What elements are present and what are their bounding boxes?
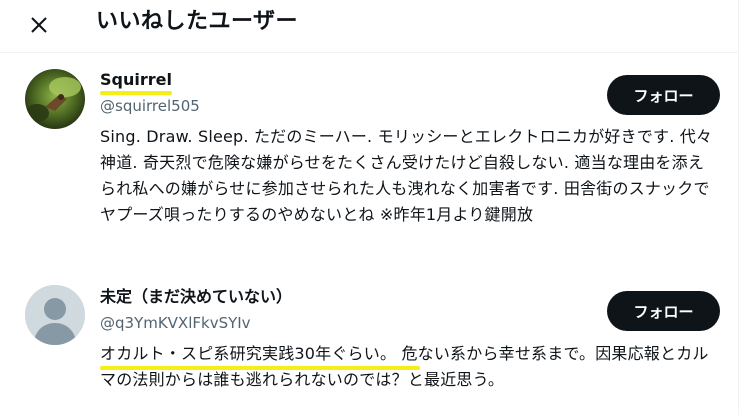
- user-cell[interactable]: Squirrel @squirrel505 フォロー Sing. Draw. S…: [0, 60, 738, 265]
- close-button[interactable]: [22, 8, 56, 42]
- user-handle[interactable]: @q3YmKVXlFkvSYIv: [100, 313, 251, 333]
- bio-highlight: [100, 366, 420, 370]
- name-highlight: [100, 91, 172, 95]
- liked-by-panel: いいねしたユーザー Squirrel @squirrel505 フォロー Sin…: [0, 0, 739, 415]
- page-title: いいねしたユーザー: [96, 9, 299, 34]
- user-bio: Sing. Draw. Sleep. ただのミーハー. モリッシーとエレクトロニ…: [100, 127, 713, 224]
- close-icon: [31, 17, 47, 33]
- user-cell[interactable]: 未定（まだ決めていない） @q3YmKVXlFkvSYIv フォロー オカルト・…: [0, 275, 738, 405]
- header: いいねしたユーザー: [0, 0, 738, 52]
- user-name[interactable]: Squirrel: [100, 69, 172, 91]
- avatar[interactable]: [25, 285, 85, 345]
- follow-button[interactable]: フォロー: [607, 291, 720, 331]
- user-name[interactable]: 未定（まだ決めていない）: [100, 286, 292, 308]
- avatar[interactable]: [25, 69, 85, 129]
- header-divider: [0, 52, 738, 53]
- default-avatar-icon: [25, 285, 85, 345]
- user-handle[interactable]: @squirrel505: [100, 96, 200, 116]
- follow-button[interactable]: フォロー: [607, 75, 720, 115]
